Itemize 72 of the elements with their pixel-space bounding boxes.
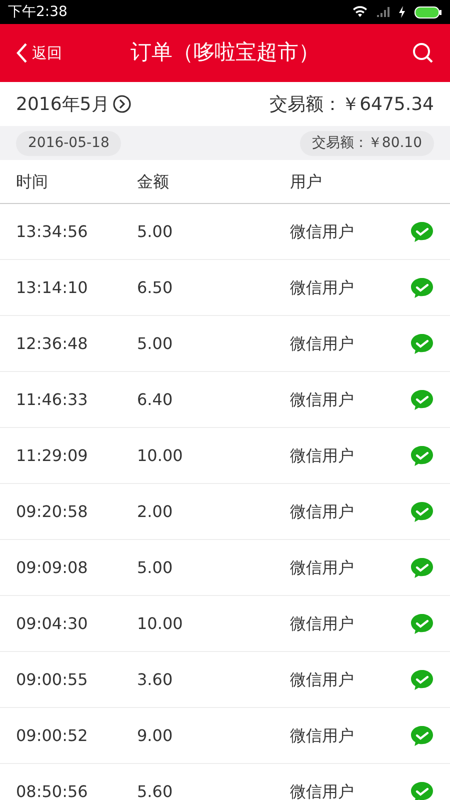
- user-cell-text: 微信用户: [290, 276, 355, 298]
- battery-icon: [414, 6, 442, 18]
- chat-check-icon: [410, 388, 434, 410]
- column-header: 金额: [137, 170, 170, 192]
- time-cell-text: 09:20:58: [16, 500, 89, 522]
- time-cell-text: 08:50:56: [16, 780, 89, 800]
- chat-check-icon: [410, 276, 434, 298]
- time-cell-text: 09:04:30: [16, 612, 89, 634]
- time-cell-text: 09:09:08: [16, 556, 89, 578]
- user-cell-text: 微信用户: [290, 724, 355, 746]
- order-row[interactable]: 11:46:33 6.40 微信用户: [0, 372, 450, 428]
- signal-icon: [376, 6, 390, 18]
- time-cell-text: 12:36:48: [16, 332, 89, 354]
- back-chevron-icon: [16, 42, 28, 64]
- wifi-icon: [352, 6, 368, 18]
- user-cell-text: 微信用户: [290, 612, 355, 634]
- time-cell-text: 11:29:09: [16, 444, 89, 466]
- amount-cell-text: 10.00: [137, 612, 184, 634]
- order-row[interactable]: 11:29:09 10.00 微信用户: [0, 428, 450, 484]
- user-cell-text: 微信用户: [290, 500, 355, 522]
- user-cell-text: 微信用户: [290, 220, 355, 242]
- chat-check-icon: [410, 500, 434, 522]
- search-button[interactable]: [412, 42, 434, 64]
- column-header: 时间: [16, 170, 49, 192]
- chat-check-icon: [410, 332, 434, 354]
- user-cell-text: 微信用户: [290, 780, 355, 800]
- order-row[interactable]: 08:50:56 5.60 微信用户: [0, 764, 450, 800]
- order-row[interactable]: 13:14:10 6.50 微信用户: [0, 260, 450, 316]
- user-cell-text: 微信用户: [290, 332, 355, 354]
- back-button[interactable]: 返回: [16, 42, 96, 64]
- month-selector[interactable]: 2016年5月: [16, 90, 132, 118]
- chat-check-icon: [410, 724, 434, 746]
- charging-icon: [398, 6, 406, 18]
- column-header: 用户: [290, 170, 322, 192]
- order-row[interactable]: 09:00:52 9.00 微信用户: [0, 708, 450, 764]
- page-title: 订单（哆啦宝超市）: [130, 39, 320, 66]
- chevron-circle-icon: [113, 95, 132, 113]
- user-cell-text: 微信用户: [290, 556, 355, 578]
- amount-cell-text: 10.00: [137, 444, 184, 466]
- time-cell-text: 13:14:10: [16, 276, 89, 298]
- day-date: 2016-05-18: [16, 130, 122, 156]
- user-cell-text: 微信用户: [290, 444, 355, 466]
- time-cell-text: 13:34:56: [16, 220, 89, 242]
- amount-cell-text: 6.50: [137, 276, 174, 298]
- order-row[interactable]: 09:00:55 3.60 微信用户: [0, 652, 450, 708]
- time-cell-text: 11:46:33: [16, 388, 89, 410]
- amount-cell-text: 5.00: [137, 220, 174, 242]
- time-cell-text: 09:00:55: [16, 668, 89, 690]
- order-row[interactable]: 09:20:58 2.00 微信用户: [0, 484, 450, 540]
- order-row[interactable]: 09:09:08 5.00 微信用户: [0, 540, 450, 596]
- amount-cell-text: 2.00: [137, 500, 174, 522]
- chat-check-icon: [410, 668, 434, 690]
- amount-cell-text: 5.60: [137, 780, 174, 800]
- order-row[interactable]: 13:34:56 5.00 微信用户: [0, 204, 450, 260]
- search-icon: [412, 42, 434, 64]
- user-cell-text: 微信用户: [290, 388, 355, 410]
- order-row[interactable]: 12:36:48 5.00 微信用户: [0, 316, 450, 372]
- status-time: 下午2:38: [8, 2, 68, 22]
- day-total: 交易额：￥80.10: [300, 130, 434, 156]
- month-total: 交易额：￥6475.34: [270, 92, 434, 116]
- amount-cell-text: 5.00: [137, 556, 174, 578]
- chat-check-icon: [410, 612, 434, 634]
- chat-check-icon: [410, 220, 434, 242]
- amount-cell-text: 6.40: [137, 388, 174, 410]
- user-cell-text: 微信用户: [290, 668, 355, 690]
- order-row[interactable]: 09:04:30 10.00 微信用户: [0, 596, 450, 652]
- amount-cell-text: 9.00: [137, 724, 174, 746]
- chat-check-icon: [410, 556, 434, 578]
- time-cell-text: 09:00:52: [16, 724, 89, 746]
- chat-check-icon: [410, 444, 434, 466]
- amount-cell-text: 5.00: [137, 332, 174, 354]
- amount-cell-text: 3.60: [137, 668, 174, 690]
